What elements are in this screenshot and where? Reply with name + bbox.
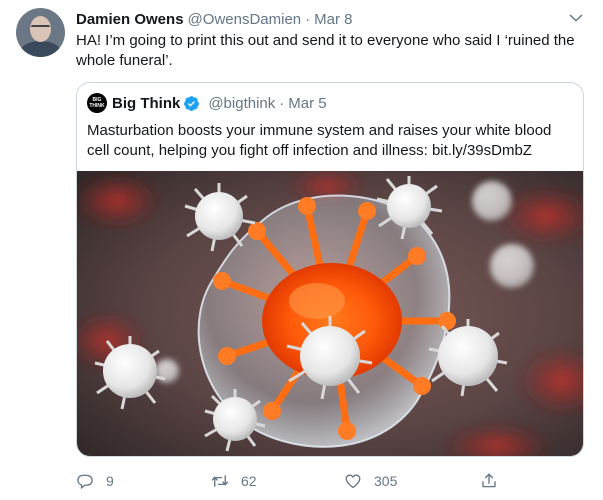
reply-count: 9 xyxy=(106,473,114,489)
quoted-tweet-header: BIG THINK Big Think @bigthink · Mar 5 xyxy=(87,93,327,113)
like-count: 305 xyxy=(374,473,398,489)
quoted-tweet-text: Masturbation boosts your immune system a… xyxy=(87,122,552,159)
tweet-header: Damien Owens @OwensDamien · Mar 8 xyxy=(76,9,353,29)
retweet-count: 62 xyxy=(241,473,257,489)
tweet-date[interactable]: Mar 8 xyxy=(314,11,352,28)
virus-cell-illustration xyxy=(77,171,583,456)
like-button[interactable]: 305 xyxy=(344,470,397,492)
retweet-icon xyxy=(211,475,229,487)
tweet-text: HA! I’m going to print this out and send… xyxy=(76,32,575,69)
verified-badge-icon xyxy=(183,95,200,112)
avatar-glasses xyxy=(31,25,50,30)
separator-dot: · xyxy=(279,94,285,112)
heart-icon xyxy=(345,474,361,489)
avatar-shirt xyxy=(20,41,61,57)
quoted-tweet[interactable]: BIG THINK Big Think @bigthink · Mar 5 Mas… xyxy=(76,82,584,457)
more-options-chevron-down-icon[interactable] xyxy=(567,9,585,27)
author-name[interactable]: Damien Owens xyxy=(76,11,184,28)
tweet[interactable]: Damien Owens @OwensDamien · Mar 8 HA! I’… xyxy=(0,0,603,500)
big-think-logo[interactable]: BIG THINK xyxy=(87,93,107,113)
quoted-author-name[interactable]: Big Think xyxy=(112,95,180,112)
tweet-actions: 9 62 305 xyxy=(76,470,586,492)
avatar[interactable] xyxy=(16,8,65,57)
quoted-tweet-date[interactable]: Mar 5 xyxy=(288,95,326,112)
author-handle[interactable]: @OwensDamien xyxy=(188,11,302,28)
retweet-button[interactable]: 62 xyxy=(211,470,257,492)
share-icon xyxy=(482,473,496,488)
share-button[interactable] xyxy=(480,470,498,492)
reply-button[interactable]: 9 xyxy=(76,470,114,492)
separator-dot: · xyxy=(305,10,311,28)
chevron-down-icon xyxy=(569,14,583,22)
quoted-author-handle[interactable]: @bigthink xyxy=(208,95,275,112)
reply-icon xyxy=(77,474,93,490)
quoted-tweet-image[interactable] xyxy=(77,171,583,456)
